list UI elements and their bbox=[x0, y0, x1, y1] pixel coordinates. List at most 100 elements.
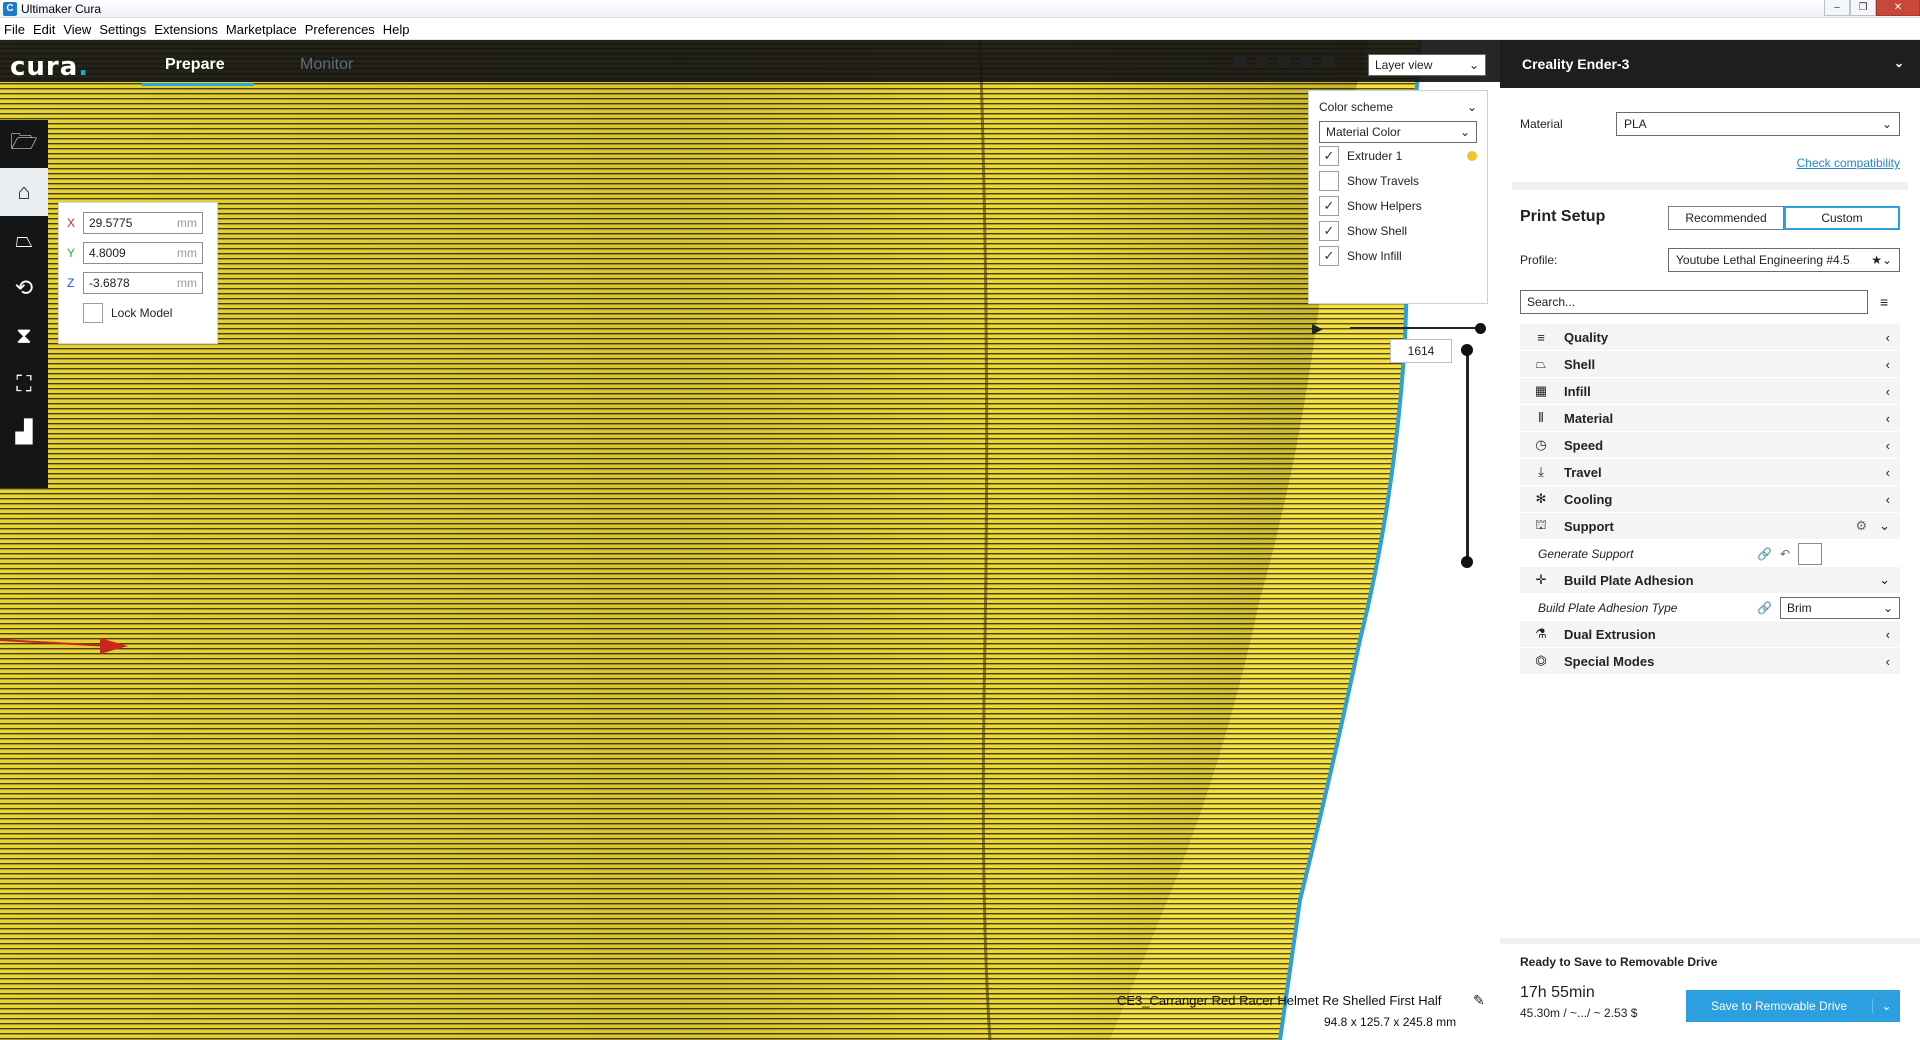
lock-model-toggle[interactable]: Lock Model bbox=[67, 303, 209, 323]
minimize-button[interactable]: ‒ bbox=[1824, 0, 1850, 16]
checkbox[interactable] bbox=[1319, 170, 1339, 191]
view-top-icon[interactable] bbox=[1278, 56, 1290, 68]
rotate-tool-icon[interactable]: ⟲ bbox=[0, 264, 48, 312]
checkbox[interactable]: ✓ bbox=[1319, 245, 1339, 266]
show-infill-toggle[interactable]: ✓ Show Infill bbox=[1319, 243, 1477, 268]
window-controls: ‒ ❐ ✕ bbox=[1824, 0, 1920, 18]
close-button[interactable]: ✕ bbox=[1876, 0, 1920, 16]
layer-slider-lower-handle[interactable] bbox=[1461, 556, 1473, 568]
adhesion-type-select[interactable]: Brim ⌄ bbox=[1780, 596, 1900, 619]
save-to-drive-button[interactable]: Save to Removable Drive ⌄ bbox=[1686, 990, 1900, 1022]
checkbox-label: Show Shell bbox=[1347, 223, 1408, 238]
adhesion-icon: ✛ bbox=[1535, 572, 1547, 587]
category-label: Cooling bbox=[1564, 491, 1613, 507]
mirror-tool-icon[interactable]: ⧗ bbox=[0, 312, 48, 360]
open-file-icon[interactable]: 🗁 bbox=[0, 120, 48, 168]
x-input[interactable]: 29.5775 mm bbox=[83, 212, 203, 234]
show-travels-toggle[interactable]: Show Travels bbox=[1319, 168, 1477, 193]
speed-icon: ◷ bbox=[1535, 437, 1547, 452]
lock-model-label: Lock Model bbox=[111, 306, 173, 320]
menu-view[interactable]: View bbox=[59, 22, 95, 37]
category-speed[interactable]: ◷ Speed ‹ bbox=[1520, 432, 1900, 459]
checkbox[interactable]: ✓ bbox=[1319, 220, 1339, 241]
view-left-icon[interactable] bbox=[1300, 56, 1312, 68]
z-input[interactable]: -3.6878 mm bbox=[83, 272, 203, 294]
hamburger-menu-icon[interactable]: ≡ bbox=[1880, 294, 1888, 310]
settings-search-input[interactable]: Search... bbox=[1520, 290, 1868, 314]
checkbox[interactable] bbox=[83, 303, 103, 323]
color-scheme-select[interactable]: Material Color ⌄ bbox=[1319, 121, 1477, 143]
camera-view-buttons bbox=[1234, 56, 1334, 68]
category-cooling[interactable]: ✻ Cooling ‹ bbox=[1520, 486, 1900, 513]
window-title: Ultimaker Cura bbox=[21, 1, 102, 16]
viewport-3d[interactable]: cura. Prepare Monitor Layer view ⌄ Color… bbox=[0, 40, 1500, 1040]
tab-recommended[interactable]: Recommended bbox=[1668, 206, 1784, 230]
move-tool-icon[interactable]: ⌂ bbox=[0, 168, 48, 216]
category-label: Shell bbox=[1564, 356, 1596, 372]
view-front-icon[interactable] bbox=[1256, 56, 1268, 68]
category-quality[interactable]: ≡ Quality ‹ bbox=[1520, 324, 1900, 351]
show-helpers-toggle[interactable]: ✓ Show Helpers bbox=[1319, 193, 1477, 218]
cura-logo: cura. bbox=[10, 52, 90, 82]
show-shell-toggle[interactable]: ✓ Show Shell bbox=[1319, 218, 1477, 243]
divider bbox=[1512, 182, 1908, 190]
category-travel[interactable]: ⤓ Travel ‹ bbox=[1520, 459, 1900, 486]
play-icon[interactable]: ▶ bbox=[1312, 320, 1323, 337]
menu-edit[interactable]: Edit bbox=[29, 22, 59, 37]
path-slider-track[interactable] bbox=[1350, 327, 1480, 329]
category-support[interactable]: ⛫ Support ⚙ ⌄ bbox=[1520, 513, 1900, 540]
menu-bar: File Edit View Settings Extensions Marke… bbox=[0, 19, 1920, 40]
menu-help[interactable]: Help bbox=[379, 22, 414, 37]
z-axis-label: Z bbox=[67, 276, 75, 290]
material-select[interactable]: PLA ⌄ bbox=[1616, 112, 1900, 136]
layer-number-input[interactable]: 1614 bbox=[1390, 339, 1452, 363]
menu-settings[interactable]: Settings bbox=[95, 22, 150, 37]
category-special-modes[interactable]: ⏣ Special Modes ‹ bbox=[1520, 648, 1900, 675]
chevron-left-icon: ‹ bbox=[1885, 653, 1890, 669]
generate-support-checkbox[interactable] bbox=[1798, 542, 1822, 565]
category-label: Travel bbox=[1564, 464, 1602, 480]
category-dual-extrusion[interactable]: ⚗ Dual Extrusion ‹ bbox=[1520, 621, 1900, 648]
layer-slider-upper-handle[interactable] bbox=[1461, 344, 1473, 356]
category-build-plate-adhesion[interactable]: ✛ Build Plate Adhesion ⌄ bbox=[1520, 567, 1900, 594]
extruder-1-toggle[interactable]: ✓ Extruder 1 bbox=[1319, 143, 1477, 168]
menu-marketplace[interactable]: Marketplace bbox=[222, 22, 301, 37]
maximize-button[interactable]: ❐ bbox=[1850, 0, 1876, 16]
printer-selector[interactable]: Creality Ender-3 ⌄ bbox=[1500, 40, 1920, 88]
travel-icon: ⤓ bbox=[1538, 464, 1544, 479]
per-model-settings-icon[interactable]: ⛶ bbox=[0, 360, 48, 408]
category-shell[interactable]: ⏢ Shell ‹ bbox=[1520, 351, 1900, 378]
link-icon[interactable]: 🔗 bbox=[1757, 601, 1772, 615]
setting-adhesion-type: Build Plate Adhesion Type 🔗 Brim ⌄ bbox=[1520, 594, 1900, 621]
category-material[interactable]: ⦀ Material ‹ bbox=[1520, 405, 1900, 432]
setup-mode-tabs: Recommended Custom bbox=[1668, 206, 1900, 230]
link-icon[interactable]: 🔗 bbox=[1757, 547, 1772, 561]
x-row: X 29.5775 mm bbox=[67, 211, 209, 235]
support-blocker-icon[interactable]: ▟ bbox=[0, 408, 48, 456]
tab-prepare[interactable]: Prepare bbox=[165, 56, 225, 74]
checkbox[interactable]: ✓ bbox=[1319, 195, 1339, 216]
gear-icon[interactable]: ⚙ bbox=[1855, 518, 1867, 534]
menu-preferences[interactable]: Preferences bbox=[301, 22, 379, 37]
view-right-icon[interactable] bbox=[1322, 56, 1334, 68]
category-label: Speed bbox=[1564, 437, 1604, 453]
tab-monitor[interactable]: Monitor bbox=[300, 56, 353, 74]
color-scheme-header[interactable]: Color scheme ⌄ bbox=[1319, 99, 1477, 115]
save-button-label: Save to Removable Drive bbox=[1710, 999, 1848, 1013]
category-infill[interactable]: ▦ Infill ‹ bbox=[1520, 378, 1900, 405]
checkbox[interactable]: ✓ bbox=[1319, 145, 1339, 166]
view-type-select[interactable]: Layer view ⌄ bbox=[1368, 54, 1486, 76]
view-3d-icon[interactable] bbox=[1234, 56, 1246, 68]
layer-slider-track[interactable] bbox=[1466, 349, 1469, 562]
y-input[interactable]: 4.8009 mm bbox=[83, 242, 203, 264]
scale-tool-icon[interactable]: ⏢ bbox=[0, 216, 48, 264]
profile-select[interactable]: Youtube Lethal Engineering #4.5 ★⌄ bbox=[1668, 248, 1900, 272]
menu-extensions[interactable]: Extensions bbox=[150, 22, 222, 37]
path-slider-handle[interactable] bbox=[1475, 323, 1486, 334]
pencil-icon[interactable]: ✎ bbox=[1473, 992, 1485, 1009]
tab-custom[interactable]: Custom bbox=[1784, 206, 1900, 230]
reset-icon[interactable]: ↶ bbox=[1780, 547, 1790, 561]
chevron-down-icon[interactable]: ⌄ bbox=[1872, 999, 1900, 1013]
menu-file[interactable]: File bbox=[0, 22, 29, 37]
check-compatibility-link[interactable]: Check compatibility bbox=[1797, 156, 1900, 170]
